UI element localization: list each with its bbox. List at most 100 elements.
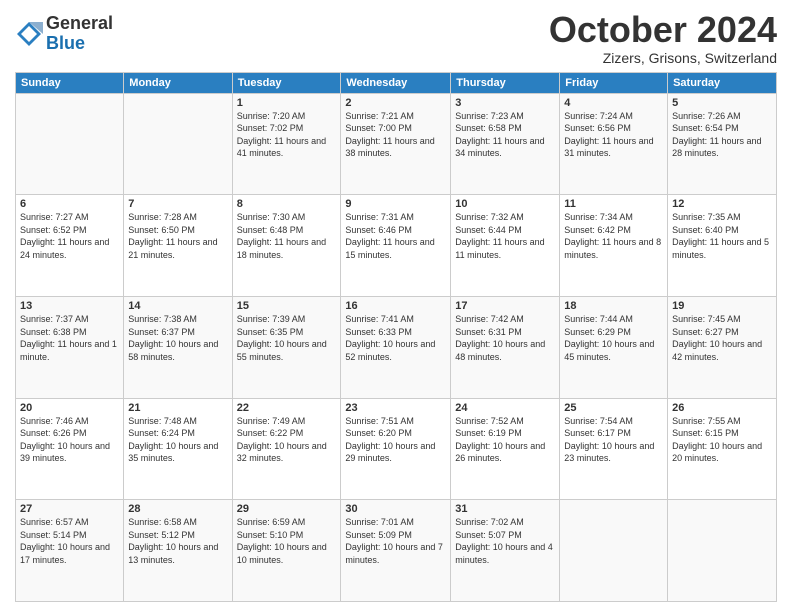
day-cell: 7Sunrise: 7:28 AM Sunset: 6:50 PM Daylig… xyxy=(124,195,232,297)
day-info: Sunrise: 7:54 AM Sunset: 6:17 PM Dayligh… xyxy=(564,415,663,465)
day-number: 13 xyxy=(20,300,119,312)
day-cell: 20Sunrise: 7:46 AM Sunset: 6:26 PM Dayli… xyxy=(16,398,124,500)
day-cell: 10Sunrise: 7:32 AM Sunset: 6:44 PM Dayli… xyxy=(451,195,560,297)
day-cell: 22Sunrise: 7:49 AM Sunset: 6:22 PM Dayli… xyxy=(232,398,341,500)
day-info: Sunrise: 7:52 AM Sunset: 6:19 PM Dayligh… xyxy=(455,415,555,465)
day-number: 20 xyxy=(20,402,119,414)
day-number: 15 xyxy=(237,300,337,312)
day-number: 31 xyxy=(455,503,555,515)
day-cell: 25Sunrise: 7:54 AM Sunset: 6:17 PM Dayli… xyxy=(560,398,668,500)
day-cell: 31Sunrise: 7:02 AM Sunset: 5:07 PM Dayli… xyxy=(451,500,560,602)
day-info: Sunrise: 7:28 AM Sunset: 6:50 PM Dayligh… xyxy=(128,211,227,261)
day-info: Sunrise: 7:02 AM Sunset: 5:07 PM Dayligh… xyxy=(455,516,555,566)
week-row-3: 13Sunrise: 7:37 AM Sunset: 6:38 PM Dayli… xyxy=(16,296,777,398)
day-info: Sunrise: 7:35 AM Sunset: 6:40 PM Dayligh… xyxy=(672,211,772,261)
day-info: Sunrise: 7:42 AM Sunset: 6:31 PM Dayligh… xyxy=(455,313,555,363)
title-block: October 2024 Zizers, Grisons, Switzerlan… xyxy=(549,10,777,66)
col-sunday: Sunday xyxy=(16,72,124,93)
day-info: Sunrise: 7:30 AM Sunset: 6:48 PM Dayligh… xyxy=(237,211,337,261)
day-info: Sunrise: 7:34 AM Sunset: 6:42 PM Dayligh… xyxy=(564,211,663,261)
logo-text: General Blue xyxy=(46,14,113,54)
logo-general: General xyxy=(46,14,113,34)
day-info: Sunrise: 7:23 AM Sunset: 6:58 PM Dayligh… xyxy=(455,110,555,160)
day-info: Sunrise: 6:58 AM Sunset: 5:12 PM Dayligh… xyxy=(128,516,227,566)
day-number: 27 xyxy=(20,503,119,515)
col-friday: Friday xyxy=(560,72,668,93)
day-number: 1 xyxy=(237,97,337,109)
day-number: 22 xyxy=(237,402,337,414)
day-info: Sunrise: 7:45 AM Sunset: 6:27 PM Dayligh… xyxy=(672,313,772,363)
day-info: Sunrise: 7:37 AM Sunset: 6:38 PM Dayligh… xyxy=(20,313,119,363)
day-cell: 1Sunrise: 7:20 AM Sunset: 7:02 PM Daylig… xyxy=(232,93,341,195)
day-info: Sunrise: 7:21 AM Sunset: 7:00 PM Dayligh… xyxy=(345,110,446,160)
day-number: 23 xyxy=(345,402,446,414)
day-cell: 30Sunrise: 7:01 AM Sunset: 5:09 PM Dayli… xyxy=(341,500,451,602)
day-info: Sunrise: 7:27 AM Sunset: 6:52 PM Dayligh… xyxy=(20,211,119,261)
day-cell: 16Sunrise: 7:41 AM Sunset: 6:33 PM Dayli… xyxy=(341,296,451,398)
day-number: 3 xyxy=(455,97,555,109)
day-cell: 9Sunrise: 7:31 AM Sunset: 6:46 PM Daylig… xyxy=(341,195,451,297)
location: Zizers, Grisons, Switzerland xyxy=(549,50,777,66)
day-cell: 13Sunrise: 7:37 AM Sunset: 6:38 PM Dayli… xyxy=(16,296,124,398)
day-cell xyxy=(124,93,232,195)
day-info: Sunrise: 7:31 AM Sunset: 6:46 PM Dayligh… xyxy=(345,211,446,261)
day-number: 26 xyxy=(672,402,772,414)
day-number: 9 xyxy=(345,198,446,210)
day-number: 18 xyxy=(564,300,663,312)
day-info: Sunrise: 7:44 AM Sunset: 6:29 PM Dayligh… xyxy=(564,313,663,363)
day-cell: 29Sunrise: 6:59 AM Sunset: 5:10 PM Dayli… xyxy=(232,500,341,602)
day-cell: 19Sunrise: 7:45 AM Sunset: 6:27 PM Dayli… xyxy=(668,296,777,398)
day-number: 19 xyxy=(672,300,772,312)
day-number: 5 xyxy=(672,97,772,109)
week-row-4: 20Sunrise: 7:46 AM Sunset: 6:26 PM Dayli… xyxy=(16,398,777,500)
day-number: 8 xyxy=(237,198,337,210)
week-row-1: 1Sunrise: 7:20 AM Sunset: 7:02 PM Daylig… xyxy=(16,93,777,195)
day-cell: 21Sunrise: 7:48 AM Sunset: 6:24 PM Dayli… xyxy=(124,398,232,500)
day-info: Sunrise: 7:46 AM Sunset: 6:26 PM Dayligh… xyxy=(20,415,119,465)
day-info: Sunrise: 7:24 AM Sunset: 6:56 PM Dayligh… xyxy=(564,110,663,160)
day-cell: 5Sunrise: 7:26 AM Sunset: 6:54 PM Daylig… xyxy=(668,93,777,195)
day-cell: 17Sunrise: 7:42 AM Sunset: 6:31 PM Dayli… xyxy=(451,296,560,398)
day-cell: 18Sunrise: 7:44 AM Sunset: 6:29 PM Dayli… xyxy=(560,296,668,398)
day-number: 10 xyxy=(455,198,555,210)
day-cell: 15Sunrise: 7:39 AM Sunset: 6:35 PM Dayli… xyxy=(232,296,341,398)
col-saturday: Saturday xyxy=(668,72,777,93)
day-number: 17 xyxy=(455,300,555,312)
day-cell xyxy=(16,93,124,195)
day-info: Sunrise: 7:48 AM Sunset: 6:24 PM Dayligh… xyxy=(128,415,227,465)
day-cell: 3Sunrise: 7:23 AM Sunset: 6:58 PM Daylig… xyxy=(451,93,560,195)
col-wednesday: Wednesday xyxy=(341,72,451,93)
day-number: 25 xyxy=(564,402,663,414)
day-cell: 26Sunrise: 7:55 AM Sunset: 6:15 PM Dayli… xyxy=(668,398,777,500)
col-tuesday: Tuesday xyxy=(232,72,341,93)
day-info: Sunrise: 6:57 AM Sunset: 5:14 PM Dayligh… xyxy=(20,516,119,566)
day-info: Sunrise: 7:38 AM Sunset: 6:37 PM Dayligh… xyxy=(128,313,227,363)
day-cell: 6Sunrise: 7:27 AM Sunset: 6:52 PM Daylig… xyxy=(16,195,124,297)
calendar: Sunday Monday Tuesday Wednesday Thursday… xyxy=(15,72,777,602)
day-info: Sunrise: 7:51 AM Sunset: 6:20 PM Dayligh… xyxy=(345,415,446,465)
day-number: 4 xyxy=(564,97,663,109)
day-cell: 28Sunrise: 6:58 AM Sunset: 5:12 PM Dayli… xyxy=(124,500,232,602)
day-cell: 4Sunrise: 7:24 AM Sunset: 6:56 PM Daylig… xyxy=(560,93,668,195)
day-info: Sunrise: 7:20 AM Sunset: 7:02 PM Dayligh… xyxy=(237,110,337,160)
day-info: Sunrise: 6:59 AM Sunset: 5:10 PM Dayligh… xyxy=(237,516,337,566)
day-info: Sunrise: 7:49 AM Sunset: 6:22 PM Dayligh… xyxy=(237,415,337,465)
day-info: Sunrise: 7:32 AM Sunset: 6:44 PM Dayligh… xyxy=(455,211,555,261)
day-number: 2 xyxy=(345,97,446,109)
day-cell xyxy=(668,500,777,602)
month-title: October 2024 xyxy=(549,10,777,50)
day-info: Sunrise: 7:41 AM Sunset: 6:33 PM Dayligh… xyxy=(345,313,446,363)
page: General Blue October 2024 Zizers, Grison… xyxy=(0,0,792,612)
day-cell xyxy=(560,500,668,602)
logo: General Blue xyxy=(15,14,113,54)
day-info: Sunrise: 7:26 AM Sunset: 6:54 PM Dayligh… xyxy=(672,110,772,160)
day-number: 7 xyxy=(128,198,227,210)
day-number: 30 xyxy=(345,503,446,515)
day-number: 28 xyxy=(128,503,227,515)
header-row: Sunday Monday Tuesday Wednesday Thursday… xyxy=(16,72,777,93)
day-cell: 11Sunrise: 7:34 AM Sunset: 6:42 PM Dayli… xyxy=(560,195,668,297)
week-row-5: 27Sunrise: 6:57 AM Sunset: 5:14 PM Dayli… xyxy=(16,500,777,602)
day-cell: 24Sunrise: 7:52 AM Sunset: 6:19 PM Dayli… xyxy=(451,398,560,500)
day-number: 21 xyxy=(128,402,227,414)
day-cell: 27Sunrise: 6:57 AM Sunset: 5:14 PM Dayli… xyxy=(16,500,124,602)
